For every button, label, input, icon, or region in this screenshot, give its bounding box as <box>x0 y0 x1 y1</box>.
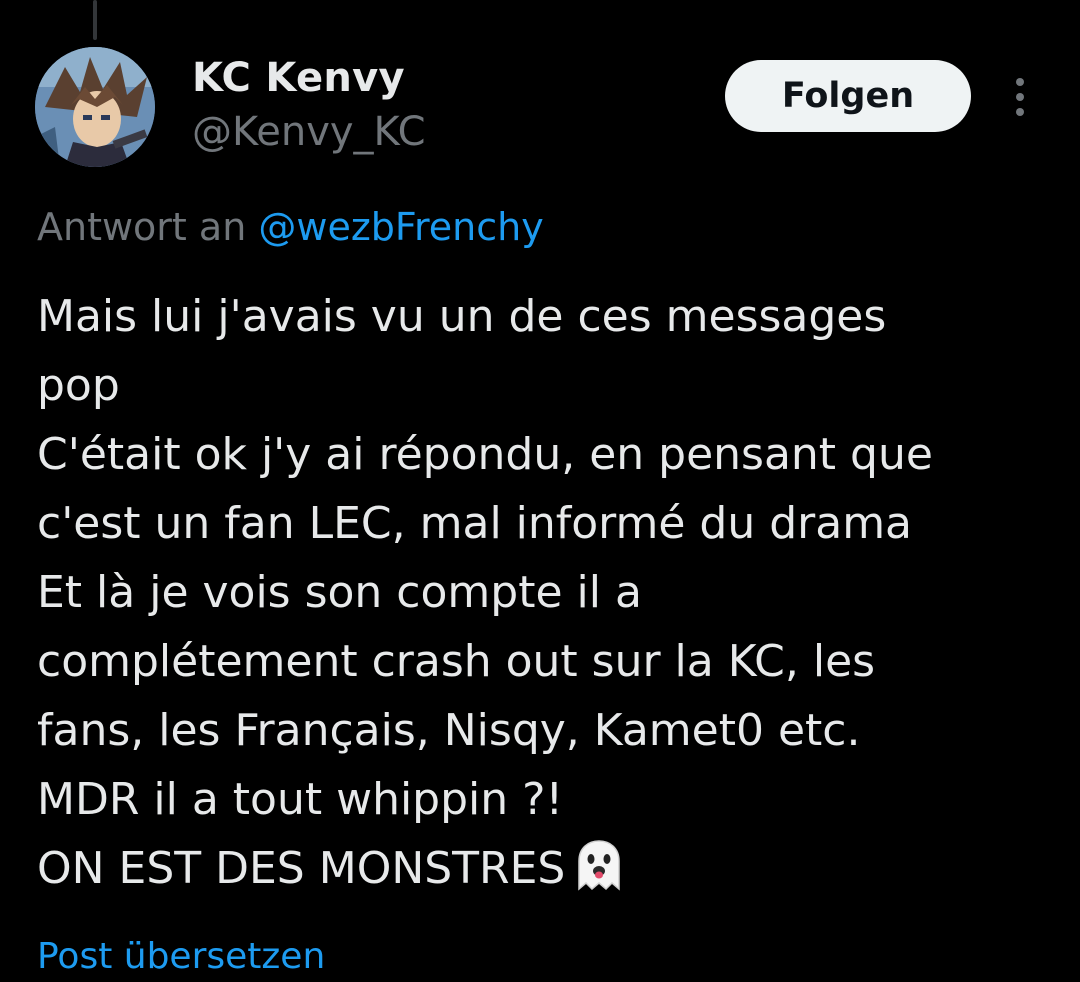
tweet-line: Mais lui j'avais vu un de ces messages <box>37 291 887 342</box>
tweet-text: Mais lui j'avais vu un de ces messages p… <box>37 282 1057 913</box>
more-vertical-icon-dot <box>1016 93 1024 101</box>
anime-avatar-icon <box>35 47 155 167</box>
follow-button[interactable]: Folgen <box>725 60 971 132</box>
reply-prefix: Antwort an <box>37 205 247 249</box>
tweet-line-text: ON EST DES MONSTRES <box>37 843 566 894</box>
translate-post-link[interactable]: Post übersetzen <box>37 932 325 982</box>
tweet-line: MDR il a tout whippin ?! <box>37 774 564 825</box>
avatar[interactable] <box>35 47 155 167</box>
tweet-line-last: ON EST DES MONSTRES <box>37 834 1057 913</box>
tweet-line: c'est un fan LEC, mal informé du drama <box>37 498 913 549</box>
tweet-line: fans, les Français, Nisqy, Kamet0 etc. <box>37 705 861 756</box>
tweet-line: complétement crash out sur la KC, les <box>37 636 876 687</box>
tweet-line: pop <box>37 360 120 411</box>
reply-mention-link[interactable]: @wezbFrenchy <box>258 205 543 249</box>
reply-context: Antwort an @wezbFrenchy <box>37 200 544 254</box>
display-name[interactable]: KC Kenvy <box>192 52 426 104</box>
user-handle[interactable]: @Kenvy_KC <box>192 106 426 158</box>
thread-connector-line <box>93 0 97 40</box>
ghost-emoji-icon <box>571 837 627 913</box>
more-vertical-icon-dot <box>1016 108 1024 116</box>
author-info: KC Kenvy @Kenvy_KC <box>192 52 426 158</box>
tweet-line: C'était ok j'y ai répondu, en pensant qu… <box>37 429 933 480</box>
more-options-button[interactable] <box>1004 72 1036 122</box>
more-vertical-icon <box>1016 78 1024 86</box>
tweet-line: Et là je vois son compte il a <box>37 567 642 618</box>
